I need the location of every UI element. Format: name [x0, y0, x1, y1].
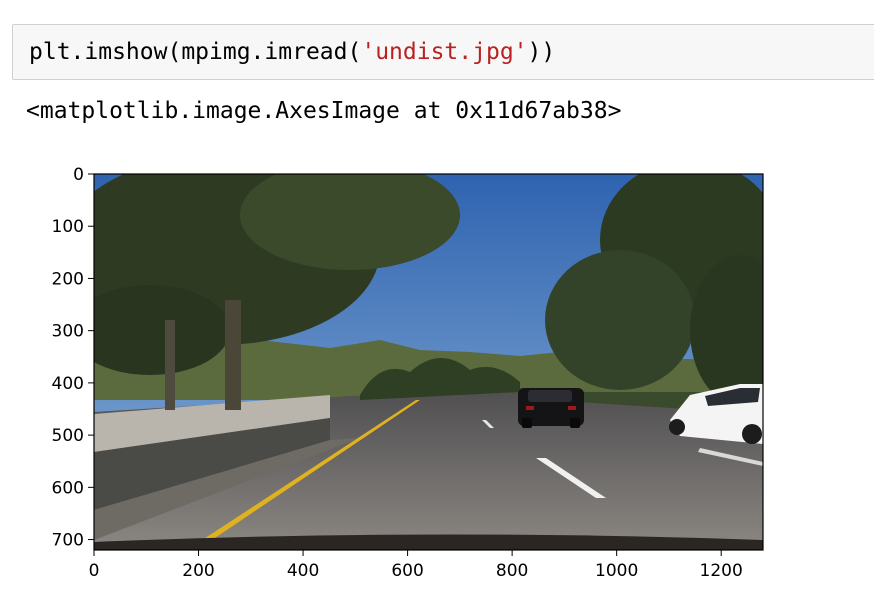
image-plot: 0 200 400 600 800 1000 1200 0 100 200 300 400 500 60…	[52, 165, 764, 581]
x-axis: 0 200 400 600 800 1000 1200	[89, 550, 743, 581]
y-tick-label: 500	[52, 426, 84, 446]
x-tick-label: 600	[391, 561, 423, 581]
x-tick-label: 1000	[595, 561, 638, 581]
y-tick-label: 0	[73, 165, 84, 185]
y-tick-label: 700	[52, 531, 84, 551]
left-tree-trunk	[225, 300, 241, 410]
x-tick-label: 0	[89, 561, 100, 581]
x-tick-label: 1200	[700, 561, 743, 581]
x-tick-label: 800	[496, 561, 528, 581]
y-axis: 0 100 200 300 400 500 600 700	[52, 165, 94, 551]
y-tick-label: 200	[52, 269, 84, 289]
y-tick-label: 600	[52, 478, 84, 498]
x-tick-label: 400	[287, 561, 319, 581]
x-tick-label: 200	[182, 561, 214, 581]
y-tick-label: 400	[52, 374, 84, 394]
y-tick-label: 300	[52, 322, 84, 342]
road-photo	[94, 174, 763, 550]
y-tick-label: 100	[52, 217, 84, 237]
